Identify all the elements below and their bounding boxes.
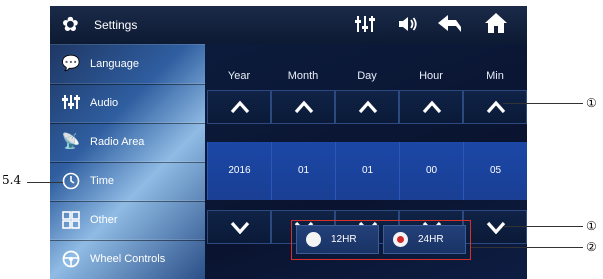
month-up-button[interactable] <box>271 90 335 124</box>
chevron-up-icon <box>358 100 378 114</box>
min-down-button[interactable] <box>463 210 527 244</box>
sidebar-item-audio[interactable]: Audio <box>50 83 205 124</box>
annotation-leader-down <box>503 226 583 227</box>
chevron-down-icon <box>230 221 250 234</box>
gear-icon[interactable]: ✿ <box>62 12 79 37</box>
sidebar-item-radio-area[interactable]: 📡 Radio Area <box>50 122 205 163</box>
annotation-section-number: 5.4 <box>2 173 22 187</box>
sidebar-item-label: Wheel Controls <box>90 253 166 265</box>
sidebar-item-language[interactable]: 💬 Language <box>50 44 205 85</box>
month-value: 01 <box>271 142 335 200</box>
hour-up-button[interactable] <box>399 90 463 124</box>
time-icon <box>60 172 82 190</box>
radio-area-icon: 📡 <box>61 133 81 150</box>
wheel-controls-icon <box>60 250 82 268</box>
home-icon[interactable] <box>485 13 507 38</box>
language-icon: 💬 <box>61 55 81 72</box>
chevron-down-icon <box>486 221 506 234</box>
year-up-button[interactable] <box>207 90 271 124</box>
sidebar-item-label: Time <box>90 175 115 187</box>
annotation-down-callout: ① <box>586 219 597 233</box>
column-header-year: Year <box>227 70 251 82</box>
annotation-up-callout: ① <box>586 96 597 110</box>
annotation-format-callout: ② <box>586 240 597 254</box>
equalizer-icon[interactable] <box>355 15 375 38</box>
column-header-hour: Hour <box>419 70 443 82</box>
column-header-month: Month <box>287 70 319 82</box>
annotation-leader-up <box>503 103 583 104</box>
sidebar: 💬 Language Audio 📡 Radio Area Time Other <box>50 44 205 279</box>
back-icon[interactable] <box>438 15 462 38</box>
annotation-leader-format <box>471 247 583 248</box>
chevron-up-icon <box>230 100 250 114</box>
format-highlight-box <box>291 220 471 260</box>
sidebar-item-label: Other <box>90 214 118 226</box>
day-up-button[interactable] <box>335 90 399 124</box>
year-down-button[interactable] <box>207 210 271 244</box>
chevron-up-icon <box>294 100 314 114</box>
sidebar-item-time[interactable]: Time <box>50 161 205 202</box>
min-up-button[interactable] <box>463 90 527 124</box>
sidebar-item-other[interactable]: Other <box>50 200 205 241</box>
sidebar-item-label: Language <box>90 58 139 70</box>
top-bar: ✿ Settings <box>50 6 527 45</box>
page-title: Settings <box>94 18 138 32</box>
chevron-up-icon <box>422 100 442 114</box>
annotation-leader-left <box>27 182 63 183</box>
volume-icon[interactable] <box>398 15 418 38</box>
year-value: 2016 <box>207 142 271 200</box>
sidebar-item-label: Audio <box>90 97 119 109</box>
hour-value: 00 <box>399 142 463 200</box>
audio-icon <box>60 94 82 112</box>
day-value: 01 <box>335 142 399 200</box>
sidebar-item-wheel-controls[interactable]: Wheel Controls <box>50 239 205 279</box>
other-icon <box>60 211 82 229</box>
sidebar-item-label: Radio Area <box>90 136 145 148</box>
min-value: 05 <box>463 142 527 200</box>
column-header-day: Day <box>357 70 377 82</box>
column-header-min: Min <box>486 70 504 82</box>
